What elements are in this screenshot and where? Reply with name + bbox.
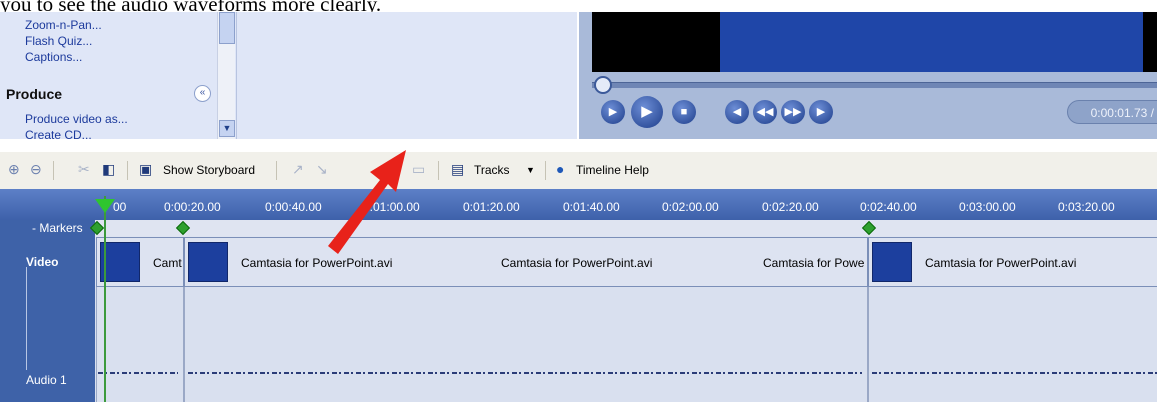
cut-icon[interactable]: ✂: [78, 161, 90, 178]
ruler-tick: 0:02:40.00: [860, 200, 917, 214]
produce-section-header[interactable]: Produce: [6, 86, 62, 102]
video-track-label[interactable]: Video: [26, 255, 58, 269]
timeline-ruler[interactable]: 00 0:00:20.00 0:00:40.00 0:01:00.00 0:01…: [0, 189, 1157, 220]
toolbar-divider: [545, 161, 546, 180]
toolbar-divider: [53, 161, 54, 180]
task-link-captions[interactable]: Captions...: [25, 50, 82, 64]
play-icon[interactable]: ▶: [631, 96, 663, 128]
help-icon[interactable]: ●: [556, 161, 564, 177]
audio-clip[interactable]: [868, 287, 1157, 402]
video-preview: [592, 12, 1157, 72]
playhead-handle[interactable]: [95, 199, 115, 213]
fast-forward-icon[interactable]: ▶▶: [781, 100, 805, 124]
toolbar-divider: [127, 161, 128, 180]
seek-knob[interactable]: [594, 76, 612, 94]
scrollbar-thumb[interactable]: [219, 12, 235, 44]
ruler-tick: 0:01:20.00: [463, 200, 520, 214]
clip-thumbnail: [100, 242, 140, 282]
ruler-tick: 00: [113, 200, 127, 214]
scroll-down-icon[interactable]: ▼: [219, 120, 235, 137]
ruler-tick: 0:01:40.00: [563, 200, 620, 214]
toolbar-divider: [438, 161, 439, 180]
storyboard-icon[interactable]: ▣: [139, 161, 152, 178]
seek-bar[interactable]: [592, 82, 1157, 88]
split-icon[interactable]: ◧: [102, 161, 115, 178]
ruler-tick: 0:03:00.00: [959, 200, 1016, 214]
video-frame: [720, 12, 1143, 72]
task-link-flash-quiz[interactable]: Flash Quiz...: [25, 34, 92, 48]
audio-clip[interactable]: [96, 287, 184, 402]
task-link-zoom-n-pan[interactable]: Zoom-n-Pan...: [25, 18, 102, 32]
skip-to-start-icon[interactable]: ▶: [601, 100, 625, 124]
ruler-tick: 0:02:20.00: [762, 200, 819, 214]
tracks-icon[interactable]: ▤: [451, 161, 464, 178]
ruler-tick: 0:02:00.00: [662, 200, 719, 214]
tracks-dropdown-icon[interactable]: ▼: [526, 165, 535, 175]
ruler-tick: 0:00:40.00: [265, 200, 322, 214]
markers-track[interactable]: [95, 220, 1157, 236]
show-storyboard-button[interactable]: Show Storyboard: [163, 163, 255, 177]
timeline-toolbar: ⊕ ⊖ ✂ ◧ ▣ Show Storyboard ↗ ↘ ▭ ▭ ▤ Trac…: [0, 152, 1157, 190]
next-clip-icon[interactable]: ▶: [809, 100, 833, 124]
audio-waveform: [98, 372, 178, 374]
audio-clip[interactable]: [184, 287, 868, 402]
video-clip[interactable]: Camtasia for PowerPoint.avi Camtasia for…: [184, 237, 868, 287]
task-panel: Zoom-n-Pan... Flash Quiz... Captions... …: [0, 12, 237, 139]
timeline-help-button[interactable]: Timeline Help: [576, 163, 649, 177]
rewind-icon[interactable]: ◀◀: [753, 100, 777, 124]
track-group-line: [26, 267, 27, 370]
video-clip[interactable]: Camtasia for PowerPoint.avi: [868, 237, 1157, 287]
tracks-button[interactable]: Tracks: [474, 163, 510, 177]
zoom-in-icon[interactable]: ⊕: [8, 161, 20, 178]
stop-icon[interactable]: ■: [672, 100, 696, 124]
markers-track-label[interactable]: - Markers: [32, 221, 83, 235]
annotation-arrow: [328, 150, 406, 254]
audio-fade-in-icon[interactable]: ↗: [292, 161, 304, 178]
video-clip[interactable]: Camt: [96, 237, 184, 287]
task-panel-scrollbar[interactable]: ▼: [217, 12, 235, 139]
collapse-icon[interactable]: «: [194, 85, 211, 102]
task-link-produce-video[interactable]: Produce video as...: [25, 112, 128, 126]
task-link-create-cd[interactable]: Create CD...: [25, 130, 92, 139]
clip-thumbnail: [872, 242, 912, 282]
video-player: ▶ ▶ ■ ◀ ◀◀ ▶▶ ▶ 0:00:01.73 /: [579, 12, 1157, 139]
clip-thumbnail: [188, 242, 228, 282]
previous-clip-icon[interactable]: ◀: [725, 100, 749, 124]
zoom-out-icon[interactable]: ⊖: [30, 161, 42, 178]
ruler-tick: 0:03:20.00: [1058, 200, 1115, 214]
audio-track-label[interactable]: Audio 1: [26, 373, 67, 387]
clip-label: Camt: [153, 256, 182, 270]
ruler-tick: 0:00:20.00: [164, 200, 221, 214]
audio-waveform: [872, 372, 1157, 374]
canvas-area: [237, 12, 577, 139]
clip-label: Camtasia for PowerPoint.avi: [501, 256, 653, 270]
clip-label: Camtasia for PowerPoint.avi: [925, 256, 1077, 270]
clip-label: Camtasia for Powe: [763, 256, 865, 270]
track-labels-column: - Markers Video Audio 1: [0, 220, 95, 402]
annotation-arrow-shape: [328, 150, 406, 254]
audio-waveform: [188, 372, 862, 374]
toolbar-divider: [276, 161, 277, 180]
playhead-line[interactable]: [104, 196, 106, 402]
clip-label: Camtasia for PowerPoint.avi: [241, 256, 393, 270]
time-display: 0:00:01.73 /: [1067, 100, 1157, 124]
